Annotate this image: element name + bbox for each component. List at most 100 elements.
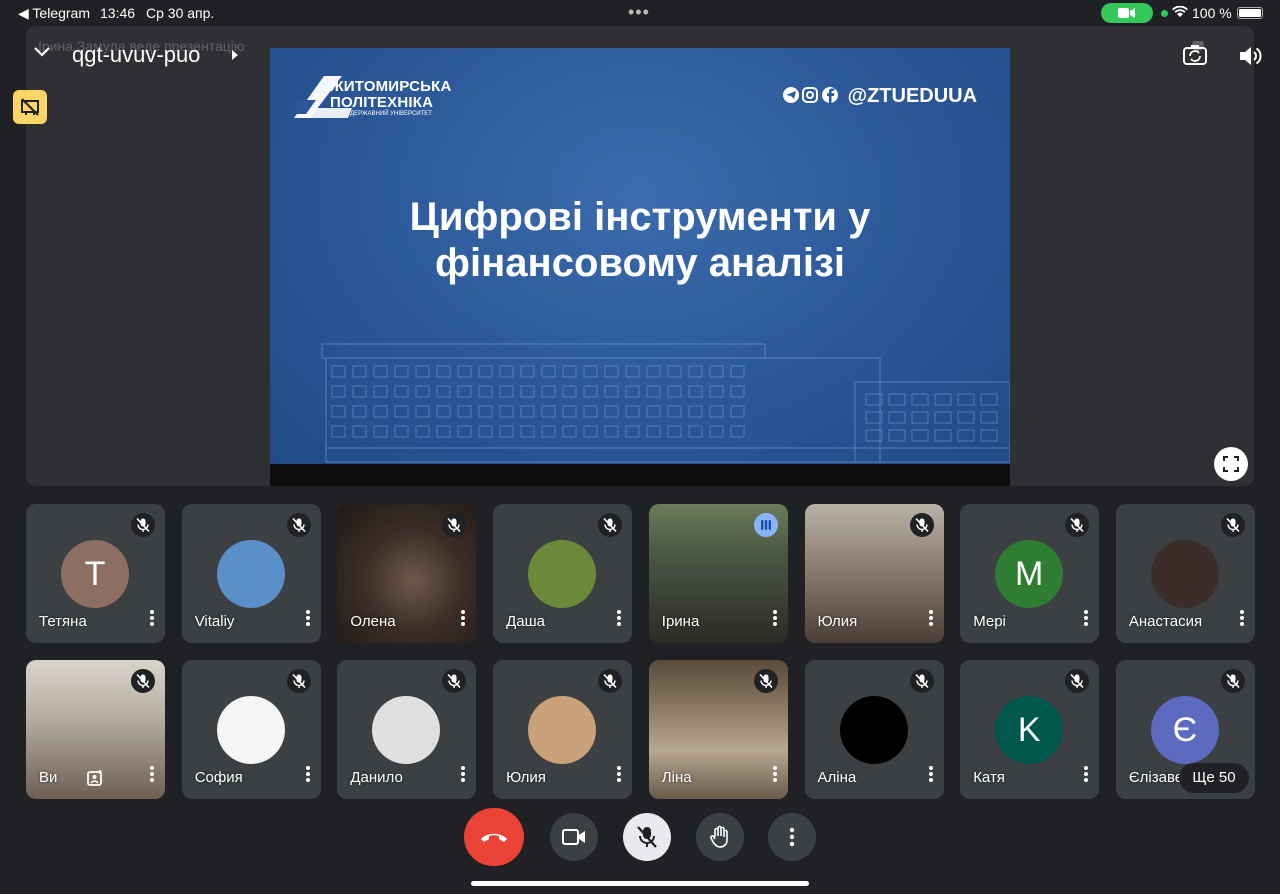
building-window bbox=[352, 385, 367, 398]
participant-tile[interactable]: Анастасия bbox=[1115, 504, 1255, 643]
phone-end-icon bbox=[481, 833, 507, 842]
building-window bbox=[957, 429, 975, 442]
participant-avatar bbox=[216, 696, 285, 764]
participant-tile[interactable]: Олена bbox=[337, 504, 477, 643]
building-window bbox=[583, 385, 598, 398]
building-window bbox=[730, 425, 745, 438]
building-window bbox=[980, 393, 998, 406]
participant-more-icon[interactable] bbox=[1082, 766, 1090, 786]
participant-more-icon[interactable] bbox=[615, 610, 623, 630]
participant-tile[interactable]: Данило bbox=[337, 660, 477, 799]
mic-off-icon bbox=[603, 673, 617, 689]
participant-more-icon[interactable] bbox=[459, 610, 467, 630]
mic-off-icon bbox=[292, 517, 306, 533]
building-window bbox=[583, 405, 598, 418]
presentation-off-icon bbox=[21, 98, 39, 116]
speaker-volume-icon[interactable] bbox=[1238, 45, 1262, 67]
participant-tile[interactable]: Ліна bbox=[648, 660, 788, 799]
add-effect-icon[interactable] bbox=[86, 769, 104, 787]
participant-tile[interactable]: Даша bbox=[493, 504, 633, 643]
microphone-toggle-button[interactable] bbox=[623, 813, 671, 861]
building-window bbox=[604, 365, 619, 378]
more-options-button[interactable] bbox=[768, 813, 816, 861]
building-window bbox=[478, 385, 493, 398]
building-window bbox=[667, 365, 682, 378]
chevron-down-icon[interactable] bbox=[33, 46, 51, 58]
participant-more-icon[interactable] bbox=[927, 766, 935, 786]
caret-right-icon[interactable] bbox=[231, 49, 239, 61]
participant-tile[interactable]: Vitaliy bbox=[181, 504, 321, 643]
muted-indicator bbox=[753, 669, 778, 693]
participant-tile[interactable]: M Мері bbox=[960, 504, 1100, 643]
slide-bottom-bar bbox=[270, 464, 1010, 486]
meeting-code-title[interactable]: qgt-uvuv-puo bbox=[72, 42, 200, 68]
fullscreen-button[interactable] bbox=[1214, 447, 1248, 481]
leave-call-button[interactable] bbox=[464, 808, 524, 866]
camera-icon bbox=[562, 829, 585, 845]
back-to-app-link[interactable]: ◀ Telegram bbox=[18, 5, 90, 22]
building-window bbox=[331, 405, 346, 418]
participant-more-icon[interactable] bbox=[1082, 610, 1090, 630]
more-participants-button[interactable]: Ще 50 bbox=[1179, 763, 1249, 793]
muted-indicator bbox=[909, 513, 934, 537]
more-vert-icon bbox=[789, 827, 795, 847]
participant-more-icon[interactable] bbox=[615, 766, 623, 786]
participant-more-icon[interactable] bbox=[148, 610, 156, 630]
participant-tile[interactable]: Аліна bbox=[804, 660, 944, 799]
participant-name: Аліна bbox=[817, 769, 857, 786]
participant-tile[interactable]: T Тетяна bbox=[26, 504, 165, 643]
building-window bbox=[520, 405, 535, 418]
camera-toggle-button[interactable] bbox=[550, 813, 598, 861]
participant-tile[interactable]: Юлия bbox=[804, 504, 944, 643]
building-window bbox=[415, 385, 430, 398]
participant-more-icon[interactable] bbox=[771, 766, 779, 786]
participant-tile[interactable]: K Катя bbox=[960, 660, 1100, 799]
participant-name: Ірина bbox=[661, 613, 700, 630]
building-window bbox=[934, 393, 952, 406]
raise-hand-button[interactable] bbox=[696, 813, 744, 861]
mic-off-icon bbox=[292, 673, 306, 689]
muted-indicator bbox=[598, 669, 623, 693]
mic-off-icon bbox=[914, 517, 929, 533]
participant-more-icon[interactable] bbox=[1238, 610, 1246, 630]
slide-title-line-2: фінансовому аналізі bbox=[435, 241, 845, 285]
building-window bbox=[709, 385, 724, 398]
participant-more-icon[interactable] bbox=[148, 766, 156, 786]
building-window bbox=[478, 365, 493, 378]
presentation-pinned-badge[interactable] bbox=[13, 90, 47, 124]
building-window bbox=[541, 365, 556, 378]
participant-name: Катя bbox=[973, 769, 1005, 786]
building-window bbox=[415, 425, 430, 438]
participant-tile[interactable]: София bbox=[181, 660, 321, 799]
multitasking-dots-icon[interactable]: ••• bbox=[628, 2, 650, 23]
building-window bbox=[457, 425, 472, 438]
slide-title-line-1: Цифрові інструменти у bbox=[409, 195, 871, 239]
switch-camera-icon[interactable] bbox=[1182, 41, 1208, 67]
home-indicator[interactable] bbox=[471, 881, 809, 886]
participant-avatar bbox=[372, 696, 441, 764]
participant-more-icon[interactable] bbox=[304, 766, 312, 786]
participant-tile[interactable]: Ірина bbox=[648, 504, 788, 643]
building-window bbox=[562, 425, 577, 438]
building-window bbox=[911, 411, 929, 424]
building-window bbox=[499, 425, 514, 438]
battery-icon bbox=[1237, 7, 1263, 19]
participant-more-icon[interactable] bbox=[304, 610, 312, 630]
participant-more-icon[interactable] bbox=[927, 610, 935, 630]
muted-indicator bbox=[286, 669, 311, 693]
building-window bbox=[709, 365, 724, 378]
social-handles: @ZTUEDUUA bbox=[782, 85, 977, 108]
building-window bbox=[688, 385, 703, 398]
building-window bbox=[667, 405, 682, 418]
participant-avatar bbox=[216, 540, 285, 608]
building-window bbox=[478, 405, 493, 418]
building-window bbox=[394, 385, 409, 398]
muted-indicator bbox=[286, 513, 311, 537]
building-window bbox=[352, 425, 367, 438]
participant-name: Анастасия bbox=[1128, 613, 1203, 630]
mic-active-dot bbox=[1161, 10, 1168, 17]
building-window bbox=[911, 429, 929, 442]
participant-more-icon[interactable] bbox=[459, 766, 467, 786]
participant-tile[interactable]: Юлия bbox=[493, 660, 633, 799]
participant-more-icon[interactable] bbox=[771, 610, 779, 630]
